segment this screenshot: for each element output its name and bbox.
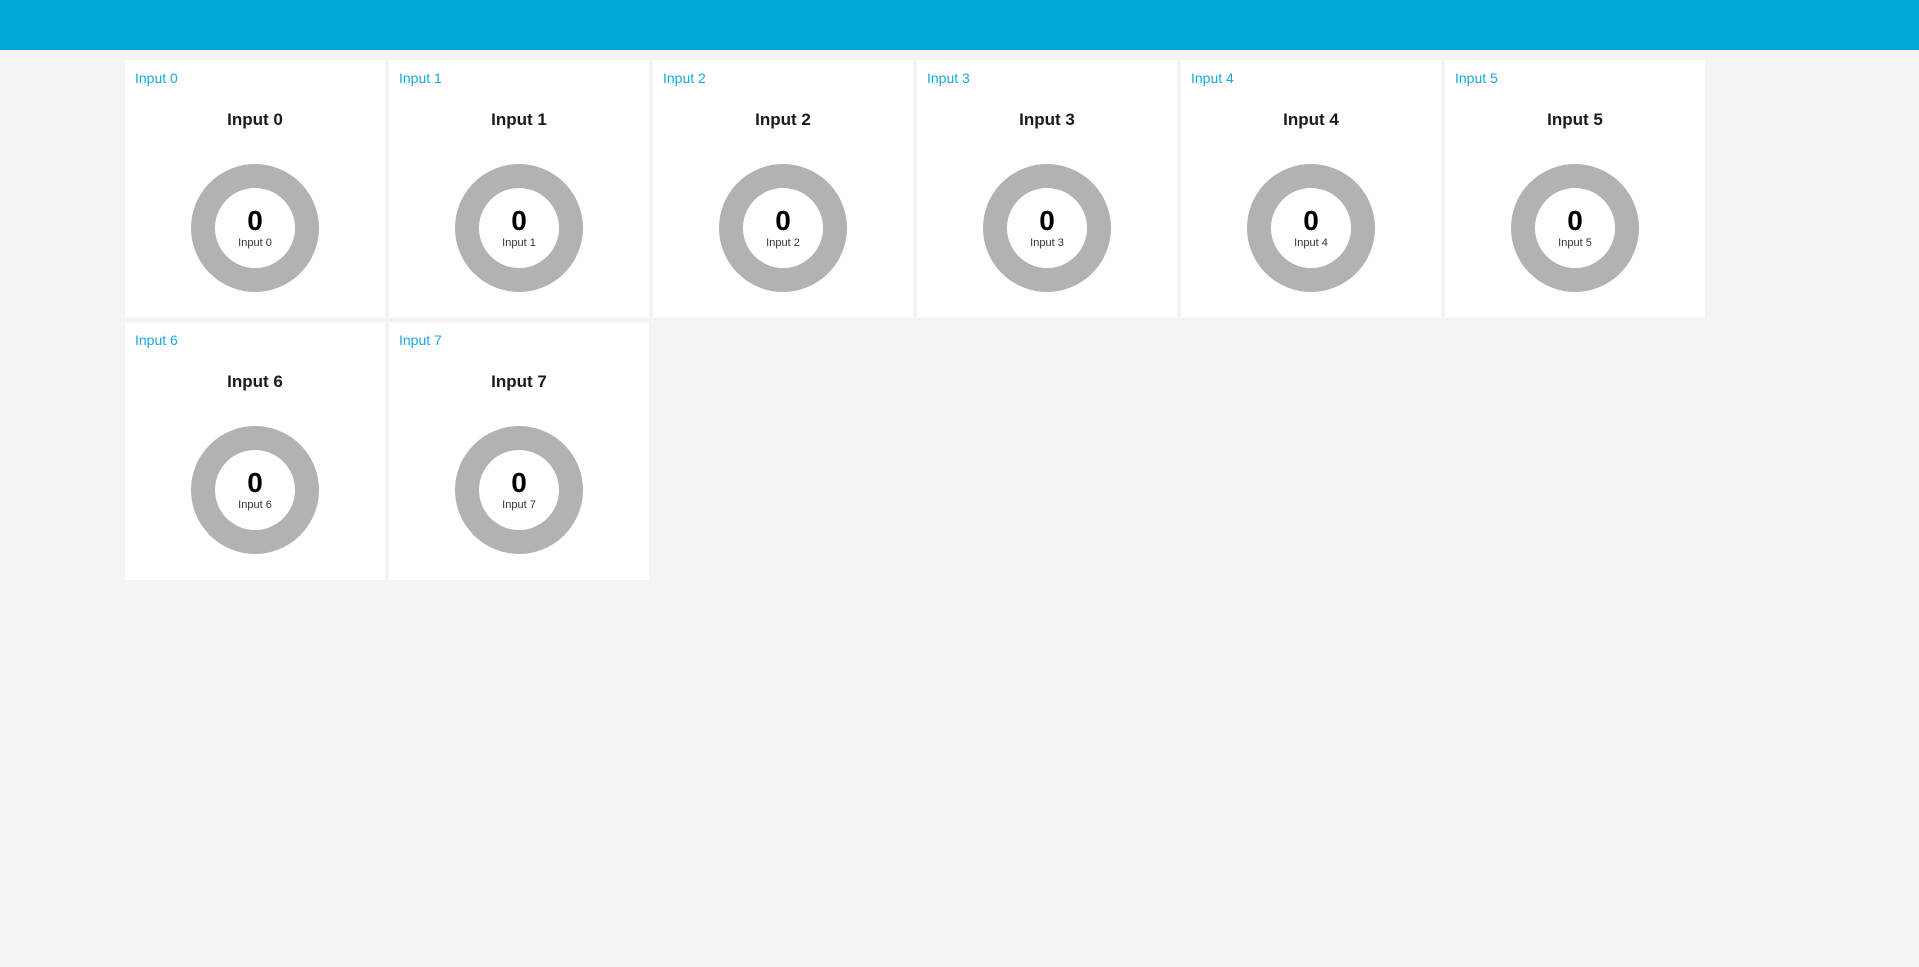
gauge-content-7: 0 Input 7: [502, 469, 536, 511]
gauge-wrapper-3: 0 Input 3: [927, 148, 1167, 308]
gauge-value-5: 0: [1567, 207, 1583, 235]
gauge-wrapper-4: 0 Input 4: [1191, 148, 1431, 308]
gauge-label-3: Input 3: [1030, 237, 1064, 249]
gauge-content-3: 0 Input 3: [1030, 207, 1064, 249]
input-card-3: Input 3 Input 3 0 Input 3: [917, 60, 1177, 318]
gauge-wrapper-5: 0 Input 5: [1455, 148, 1695, 308]
gauge-label-7: Input 7: [502, 499, 536, 511]
gauge-value-1: 0: [511, 207, 527, 235]
gauge-label-0: Input 0: [238, 237, 272, 249]
input-card-2: Input 2 Input 2 0 Input 2: [653, 60, 913, 318]
dashboard-container: Input 0 Input 0 0 Input 0 Input 1 Input …: [0, 50, 1919, 590]
card-title-7: Input 7: [399, 372, 639, 392]
gauge-label-2: Input 2: [766, 237, 800, 249]
card-link-5[interactable]: Input 5: [1455, 70, 1695, 86]
gauge-4: 0 Input 4: [1247, 164, 1375, 292]
card-title-0: Input 0: [135, 110, 375, 130]
gauge-5: 0 Input 5: [1511, 164, 1639, 292]
card-title-5: Input 5: [1455, 110, 1695, 130]
gauge-wrapper-7: 0 Input 7: [399, 410, 639, 570]
gauge-value-6: 0: [247, 469, 263, 497]
gauge-value-7: 0: [511, 469, 527, 497]
card-link-2[interactable]: Input 2: [663, 70, 903, 86]
card-link-1[interactable]: Input 1: [399, 70, 639, 86]
card-title-2: Input 2: [663, 110, 903, 130]
gauge-label-1: Input 1: [502, 237, 536, 249]
card-link-4[interactable]: Input 4: [1191, 70, 1431, 86]
gauge-content-4: 0 Input 4: [1294, 207, 1328, 249]
gauge-label-6: Input 6: [238, 499, 272, 511]
gauge-value-4: 0: [1303, 207, 1319, 235]
card-title-4: Input 4: [1191, 110, 1431, 130]
gauge-0: 0 Input 0: [191, 164, 319, 292]
gauge-content-1: 0 Input 1: [502, 207, 536, 249]
input-card-0: Input 0 Input 0 0 Input 0: [125, 60, 385, 318]
card-link-6[interactable]: Input 6: [135, 332, 375, 348]
gauge-7: 0 Input 7: [455, 426, 583, 554]
gauge-content-2: 0 Input 2: [766, 207, 800, 249]
card-title-6: Input 6: [135, 372, 375, 392]
gauge-value-3: 0: [1039, 207, 1055, 235]
gauge-wrapper-2: 0 Input 2: [663, 148, 903, 308]
gauge-label-5: Input 5: [1558, 237, 1592, 249]
gauge-1: 0 Input 1: [455, 164, 583, 292]
gauge-content-6: 0 Input 6: [238, 469, 272, 511]
gauge-content-5: 0 Input 5: [1558, 207, 1592, 249]
gauge-value-0: 0: [247, 207, 263, 235]
input-card-6: Input 6 Input 6 0 Input 6: [125, 322, 385, 580]
gauge-6: 0 Input 6: [191, 426, 319, 554]
card-title-3: Input 3: [927, 110, 1167, 130]
gauge-2: 0 Input 2: [719, 164, 847, 292]
gauge-3: 0 Input 3: [983, 164, 1111, 292]
gauge-value-2: 0: [775, 207, 791, 235]
input-card-1: Input 1 Input 1 0 Input 1: [389, 60, 649, 318]
gauge-content-0: 0 Input 0: [238, 207, 272, 249]
input-card-5: Input 5 Input 5 0 Input 5: [1445, 60, 1705, 318]
gauge-wrapper-6: 0 Input 6: [135, 410, 375, 570]
input-card-4: Input 4 Input 4 0 Input 4: [1181, 60, 1441, 318]
card-link-0[interactable]: Input 0: [135, 70, 375, 86]
card-title-1: Input 1: [399, 110, 639, 130]
input-card-7: Input 7 Input 7 0 Input 7: [389, 322, 649, 580]
card-link-3[interactable]: Input 3: [927, 70, 1167, 86]
gauge-wrapper-0: 0 Input 0: [135, 148, 375, 308]
card-link-7[interactable]: Input 7: [399, 332, 639, 348]
gauge-label-4: Input 4: [1294, 237, 1328, 249]
header-bar: [0, 0, 1919, 50]
gauge-wrapper-1: 0 Input 1: [399, 148, 639, 308]
